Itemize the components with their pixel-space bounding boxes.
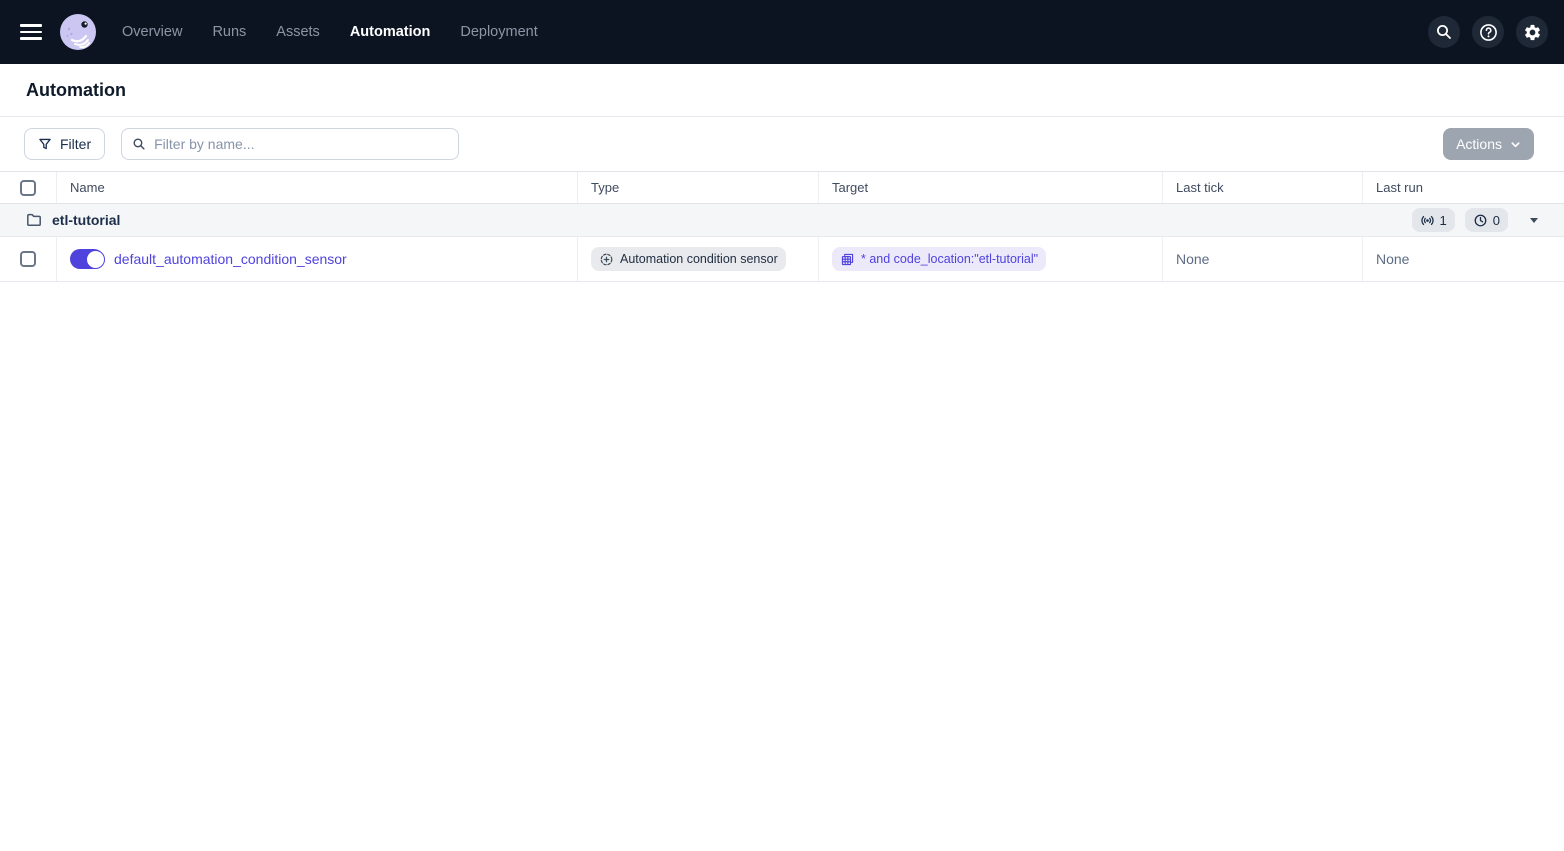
last-tick-value: None bbox=[1176, 251, 1210, 267]
group-row-etl-tutorial[interactable]: etl-tutorial 1 0 bbox=[0, 204, 1564, 237]
nav-item-runs[interactable]: Runs bbox=[212, 24, 246, 40]
actions-button-label: Actions bbox=[1456, 136, 1502, 152]
sensor-type-tag: Automation condition sensor bbox=[591, 247, 786, 271]
automation-table: Name Type Target Last tick Last run etl-… bbox=[0, 171, 1564, 282]
last-run-value: None bbox=[1376, 251, 1410, 267]
page-header: Automation bbox=[0, 64, 1564, 117]
funnel-icon bbox=[38, 137, 52, 151]
asset-selection-icon bbox=[840, 252, 855, 267]
name-filter-box bbox=[121, 128, 460, 160]
sensor-enabled-toggle[interactable] bbox=[70, 249, 105, 269]
group-name: etl-tutorial bbox=[52, 212, 121, 228]
sensor-count-badge: 1 bbox=[1411, 208, 1455, 232]
search-icon[interactable] bbox=[1428, 16, 1460, 48]
sensor-target-tag[interactable]: * and code_location:"etl-tutorial" bbox=[832, 247, 1047, 271]
folder-icon bbox=[26, 212, 42, 228]
table-header-row: Name Type Target Last tick Last run bbox=[0, 172, 1564, 204]
sensor-name-link[interactable]: default_automation_condition_sensor bbox=[114, 251, 347, 267]
page-title: Automation bbox=[26, 79, 126, 100]
sensor-row: default_automation_condition_sensor Auto… bbox=[0, 237, 1564, 282]
column-header-name: Name bbox=[57, 172, 578, 203]
sensor-target-label: * and code_location:"etl-tutorial" bbox=[861, 252, 1039, 266]
schedule-count-badge: 0 bbox=[1464, 208, 1508, 232]
nav-item-overview[interactable]: Overview bbox=[122, 24, 182, 40]
clock-icon bbox=[1473, 213, 1488, 228]
menu-icon[interactable] bbox=[20, 18, 48, 46]
schedule-count: 0 bbox=[1492, 212, 1500, 228]
top-nav: Overview Runs Assets Automation Deployme… bbox=[0, 0, 1564, 64]
column-header-target: Target bbox=[819, 172, 1163, 203]
sensor-icon bbox=[1420, 213, 1435, 228]
gear-icon[interactable] bbox=[1516, 16, 1548, 48]
column-header-type: Type bbox=[578, 172, 819, 203]
column-header-last-tick: Last tick bbox=[1163, 172, 1363, 203]
column-header-last-run: Last run bbox=[1376, 180, 1423, 195]
row-checkbox[interactable] bbox=[20, 251, 36, 267]
sensor-count: 1 bbox=[1439, 212, 1447, 228]
help-icon[interactable] bbox=[1472, 16, 1504, 48]
filter-button-label: Filter bbox=[60, 136, 92, 152]
sensor-type-label: Automation condition sensor bbox=[620, 252, 778, 266]
group-collapse-caret-icon[interactable] bbox=[1530, 217, 1538, 223]
select-all-checkbox[interactable] bbox=[20, 179, 36, 196]
dagster-logo[interactable] bbox=[58, 12, 98, 52]
main-nav: Overview Runs Assets Automation Deployme… bbox=[122, 24, 538, 40]
nav-item-deployment[interactable]: Deployment bbox=[460, 24, 537, 40]
chevron-down-icon bbox=[1510, 139, 1521, 150]
actions-button[interactable]: Actions bbox=[1443, 128, 1534, 160]
toolbar: Filter Actions bbox=[0, 117, 1564, 171]
name-filter-input[interactable] bbox=[154, 136, 449, 152]
search-icon bbox=[132, 137, 146, 151]
automation-condition-icon bbox=[599, 252, 614, 267]
nav-right-actions bbox=[1428, 16, 1548, 48]
nav-item-automation[interactable]: Automation bbox=[350, 24, 431, 40]
nav-item-assets[interactable]: Assets bbox=[276, 24, 320, 40]
filter-button[interactable]: Filter bbox=[24, 128, 106, 160]
